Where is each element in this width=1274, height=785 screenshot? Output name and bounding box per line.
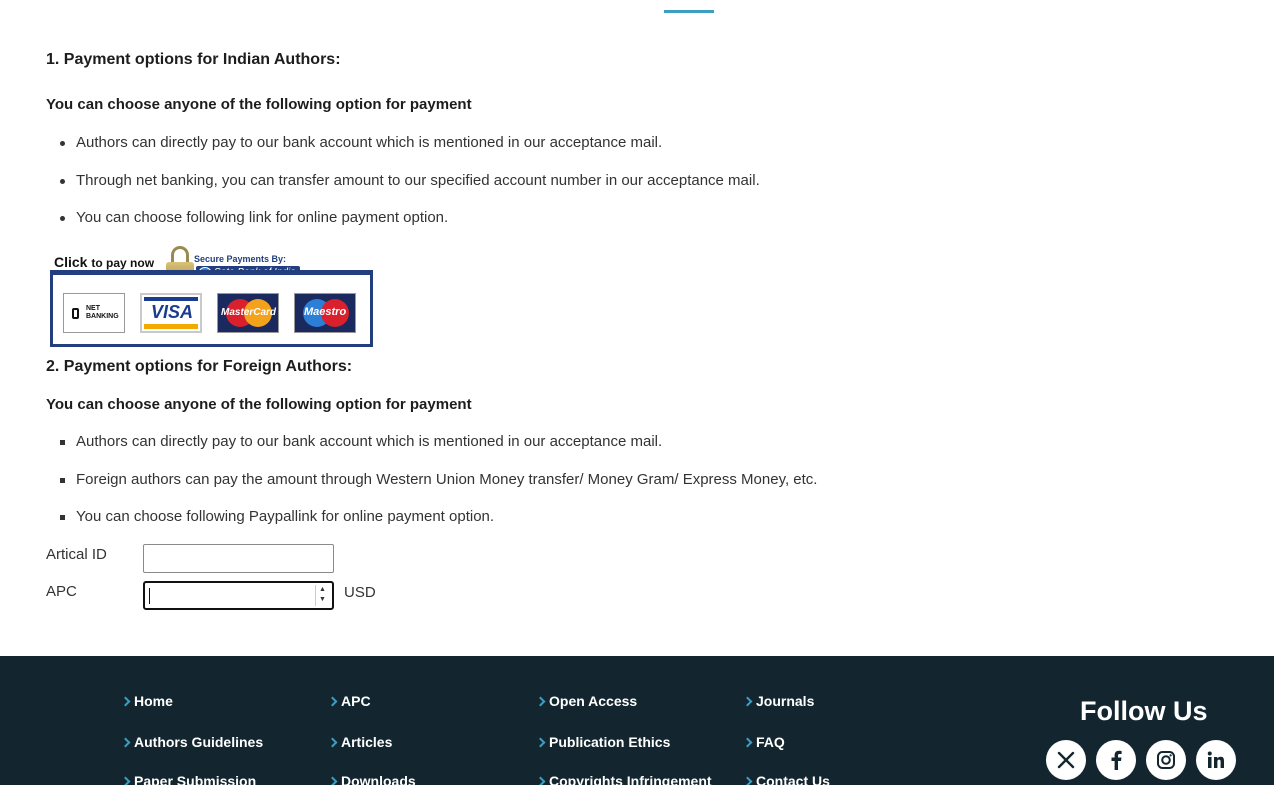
- footer-link-open-access[interactable]: Open Access: [535, 693, 637, 709]
- foreign-options-list: Authors can directly pay to our bank acc…: [46, 432, 817, 545]
- list-item: Through net banking, you can transfer am…: [46, 171, 760, 209]
- indian-options-list: Authors can directly pay to our bank acc…: [46, 133, 760, 246]
- apc-label: APC: [46, 583, 77, 600]
- footer-link-journals[interactable]: Journals: [742, 693, 814, 709]
- indian-heading: 1. Payment options for Indian Authors:: [46, 51, 341, 68]
- apc-input[interactable]: ▲ ▼: [143, 581, 334, 610]
- click-to-pay-text: Click to pay now: [54, 254, 155, 270]
- number-spinner[interactable]: ▲ ▼: [315, 585, 329, 606]
- article-id-input[interactable]: [143, 544, 334, 573]
- list-item: You can choose following Paypallink for …: [46, 507, 817, 545]
- footer-link-downloads[interactable]: Downloads: [327, 773, 416, 785]
- currency-label: USD: [344, 584, 376, 601]
- article-id-label: Artical ID: [46, 546, 107, 563]
- footer-link-apc[interactable]: APC: [327, 693, 371, 709]
- instagram-icon[interactable]: [1146, 740, 1186, 780]
- footer-link-authors-guidelines[interactable]: Authors Guidelines: [120, 734, 263, 750]
- x-icon[interactable]: [1046, 740, 1086, 780]
- footer-link-copyrights[interactable]: Copyrights Infringement: [535, 773, 712, 785]
- mastercard-logo: MasterCard: [217, 293, 279, 333]
- follow-us-title: Follow Us: [1080, 696, 1208, 726]
- section-underline: [664, 10, 714, 13]
- footer-link-articles[interactable]: Articles: [327, 734, 392, 750]
- pay-now-banner[interactable]: Click to pay now Secure Payments By: Sat…: [50, 246, 373, 347]
- net-banking-logo: NET BANKING: [63, 293, 125, 333]
- site-footer: Home APC Open Access Journals Authors Gu…: [0, 656, 1274, 785]
- footer-link-home[interactable]: Home: [120, 693, 173, 709]
- facebook-icon[interactable]: [1096, 740, 1136, 780]
- indian-subheading: You can choose anyone of the following o…: [46, 96, 472, 113]
- mouse-icon: [72, 308, 79, 319]
- secure-payments-text: Secure Payments By:: [194, 254, 287, 264]
- footer-link-paper-submission[interactable]: Paper Submission: [120, 773, 256, 785]
- list-item: You can choose following link for online…: [46, 208, 760, 246]
- footer-link-faq[interactable]: FAQ: [742, 734, 785, 750]
- foreign-heading: 2. Payment options for Foreign Authors:: [46, 358, 353, 375]
- text-caret: [149, 588, 150, 604]
- footer-link-publication-ethics[interactable]: Publication Ethics: [535, 734, 670, 750]
- list-item: Authors can directly pay to our bank acc…: [46, 133, 760, 171]
- foreign-subheading: You can choose anyone of the following o…: [46, 396, 472, 413]
- list-item: Authors can directly pay to our bank acc…: [46, 432, 817, 470]
- list-item: Foreign authors can pay the amount throu…: [46, 470, 817, 508]
- maestro-logo: Maestro: [294, 293, 356, 333]
- linkedin-icon[interactable]: [1196, 740, 1236, 780]
- footer-link-contact-us[interactable]: Contact Us: [742, 773, 830, 785]
- visa-logo: VISA: [140, 293, 202, 333]
